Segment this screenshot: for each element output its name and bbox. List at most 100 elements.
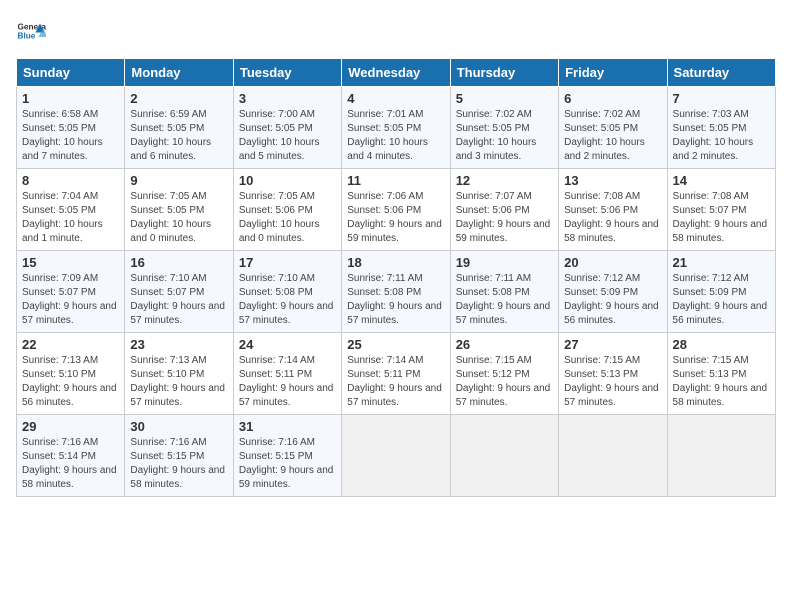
calendar-cell bbox=[667, 415, 775, 497]
day-info: Sunrise: 7:14 AM Sunset: 5:11 PM Dayligh… bbox=[239, 354, 336, 410]
calendar-week-3: 15 Sunrise: 7:09 AM Sunset: 5:07 PM Dayli… bbox=[17, 251, 776, 333]
day-number: 13 bbox=[564, 173, 661, 188]
day-info: Sunrise: 7:10 AM Sunset: 5:07 PM Dayligh… bbox=[130, 272, 227, 328]
weekday-header-friday: Friday bbox=[559, 59, 667, 87]
calendar-cell: 16 Sunrise: 7:10 AM Sunset: 5:07 PM Dayli… bbox=[125, 251, 233, 333]
calendar-cell: 3Sunrise: 7:00 AM Sunset: 5:05 PM Daylig… bbox=[233, 87, 341, 169]
calendar-cell: 20Sunrise: 7:12 AM Sunset: 5:09 PM Dayli… bbox=[559, 251, 667, 333]
calendar-cell: 22 Sunrise: 7:13 AM Sunset: 5:10 PM Dayli… bbox=[17, 333, 125, 415]
day-info: Sunrise: 7:12 AM Sunset: 5:09 PM Dayligh… bbox=[673, 272, 770, 328]
day-info: Sunrise: 7:01 AM Sunset: 5:05 PM Dayligh… bbox=[347, 108, 444, 164]
logo: General Blue bbox=[16, 16, 46, 46]
day-number: 24 bbox=[239, 337, 336, 352]
day-number: 17 bbox=[239, 255, 336, 270]
day-number: 26 bbox=[456, 337, 553, 352]
day-info: Sunrise: 7:07 AM Sunset: 5:06 PM Dayligh… bbox=[456, 190, 553, 246]
day-info: Sunrise: 7:04 AM Sunset: 5:05 PM Dayligh… bbox=[22, 190, 119, 246]
calendar-week-1: 1Sunrise: 6:58 AM Sunset: 5:05 PM Daylig… bbox=[17, 87, 776, 169]
day-number: 6 bbox=[564, 91, 661, 106]
day-number: 22 bbox=[22, 337, 119, 352]
weekday-header-sunday: Sunday bbox=[17, 59, 125, 87]
calendar-cell: 13 Sunrise: 7:08 AM Sunset: 5:06 PM Dayli… bbox=[559, 169, 667, 251]
weekday-header-tuesday: Tuesday bbox=[233, 59, 341, 87]
day-number: 8 bbox=[22, 173, 119, 188]
day-number: 29 bbox=[22, 419, 119, 434]
day-info: Sunrise: 7:10 AM Sunset: 5:08 PM Dayligh… bbox=[239, 272, 336, 328]
day-info: Sunrise: 7:08 AM Sunset: 5:06 PM Dayligh… bbox=[564, 190, 661, 246]
day-number: 15 bbox=[22, 255, 119, 270]
day-number: 4 bbox=[347, 91, 444, 106]
calendar-cell: 29 Sunrise: 7:16 AM Sunset: 5:14 PM Dayli… bbox=[17, 415, 125, 497]
calendar-cell: 11 Sunrise: 7:06 AM Sunset: 5:06 PM Dayli… bbox=[342, 169, 450, 251]
day-info: Sunrise: 7:12 AM Sunset: 5:09 PM Dayligh… bbox=[564, 272, 661, 328]
calendar-cell: 6 Sunrise: 7:02 AM Sunset: 5:05 PM Daylig… bbox=[559, 87, 667, 169]
calendar-week-5: 29 Sunrise: 7:16 AM Sunset: 5:14 PM Dayli… bbox=[17, 415, 776, 497]
calendar-cell: 4 Sunrise: 7:01 AM Sunset: 5:05 PM Daylig… bbox=[342, 87, 450, 169]
day-number: 2 bbox=[130, 91, 227, 106]
calendar-cell: 1Sunrise: 6:58 AM Sunset: 5:05 PM Daylig… bbox=[17, 87, 125, 169]
day-info: Sunrise: 7:11 AM Sunset: 5:08 PM Dayligh… bbox=[456, 272, 553, 328]
calendar-cell: 12 Sunrise: 7:07 AM Sunset: 5:06 PM Dayli… bbox=[450, 169, 558, 251]
day-info: Sunrise: 7:15 AM Sunset: 5:12 PM Dayligh… bbox=[456, 354, 553, 410]
calendar-cell: 14 Sunrise: 7:08 AM Sunset: 5:07 PM Dayli… bbox=[667, 169, 775, 251]
day-info: Sunrise: 7:16 AM Sunset: 5:14 PM Dayligh… bbox=[22, 436, 119, 492]
page-header: General Blue bbox=[16, 16, 776, 46]
day-number: 16 bbox=[130, 255, 227, 270]
svg-text:Blue: Blue bbox=[18, 32, 36, 41]
day-info: Sunrise: 7:02 AM Sunset: 5:05 PM Dayligh… bbox=[456, 108, 553, 164]
day-number: 11 bbox=[347, 173, 444, 188]
calendar-cell: 10Sunrise: 7:05 AM Sunset: 5:06 PM Dayli… bbox=[233, 169, 341, 251]
day-info: Sunrise: 6:59 AM Sunset: 5:05 PM Dayligh… bbox=[130, 108, 227, 164]
day-info: Sunrise: 7:11 AM Sunset: 5:08 PM Dayligh… bbox=[347, 272, 444, 328]
day-info: Sunrise: 7:05 AM Sunset: 5:06 PM Dayligh… bbox=[239, 190, 336, 246]
day-info: Sunrise: 7:00 AM Sunset: 5:05 PM Dayligh… bbox=[239, 108, 336, 164]
day-number: 21 bbox=[673, 255, 770, 270]
calendar-week-2: 8 Sunrise: 7:04 AM Sunset: 5:05 PM Daylig… bbox=[17, 169, 776, 251]
calendar-week-4: 22 Sunrise: 7:13 AM Sunset: 5:10 PM Dayli… bbox=[17, 333, 776, 415]
day-number: 23 bbox=[130, 337, 227, 352]
calendar-cell: 5 Sunrise: 7:02 AM Sunset: 5:05 PM Daylig… bbox=[450, 87, 558, 169]
day-info: Sunrise: 7:13 AM Sunset: 5:10 PM Dayligh… bbox=[22, 354, 119, 410]
weekday-header-thursday: Thursday bbox=[450, 59, 558, 87]
day-info: Sunrise: 7:03 AM Sunset: 5:05 PM Dayligh… bbox=[673, 108, 770, 164]
logo-icon: General Blue bbox=[16, 16, 46, 46]
calendar-cell: 27Sunrise: 7:15 AM Sunset: 5:13 PM Dayli… bbox=[559, 333, 667, 415]
calendar-cell bbox=[559, 415, 667, 497]
day-info: Sunrise: 7:13 AM Sunset: 5:10 PM Dayligh… bbox=[130, 354, 227, 410]
day-number: 30 bbox=[130, 419, 227, 434]
calendar-cell: 2 Sunrise: 6:59 AM Sunset: 5:05 PM Daylig… bbox=[125, 87, 233, 169]
day-number: 7 bbox=[673, 91, 770, 106]
day-info: Sunrise: 7:08 AM Sunset: 5:07 PM Dayligh… bbox=[673, 190, 770, 246]
calendar-table: SundayMondayTuesdayWednesdayThursdayFrid… bbox=[16, 58, 776, 497]
day-info: Sunrise: 7:09 AM Sunset: 5:07 PM Dayligh… bbox=[22, 272, 119, 328]
calendar-cell bbox=[342, 415, 450, 497]
day-number: 5 bbox=[456, 91, 553, 106]
day-number: 27 bbox=[564, 337, 661, 352]
calendar-cell: 31 Sunrise: 7:16 AM Sunset: 5:15 PM Dayli… bbox=[233, 415, 341, 497]
day-number: 12 bbox=[456, 173, 553, 188]
day-number: 14 bbox=[673, 173, 770, 188]
day-number: 28 bbox=[673, 337, 770, 352]
calendar-cell: 26 Sunrise: 7:15 AM Sunset: 5:12 PM Dayli… bbox=[450, 333, 558, 415]
calendar-cell: 18Sunrise: 7:11 AM Sunset: 5:08 PM Dayli… bbox=[342, 251, 450, 333]
day-number: 19 bbox=[456, 255, 553, 270]
weekday-header-monday: Monday bbox=[125, 59, 233, 87]
calendar-cell: 8 Sunrise: 7:04 AM Sunset: 5:05 PM Daylig… bbox=[17, 169, 125, 251]
calendar-cell: 28 Sunrise: 7:15 AM Sunset: 5:13 PM Dayli… bbox=[667, 333, 775, 415]
day-info: Sunrise: 6:58 AM Sunset: 5:05 PM Dayligh… bbox=[22, 108, 119, 164]
calendar-cell: 25Sunrise: 7:14 AM Sunset: 5:11 PM Dayli… bbox=[342, 333, 450, 415]
day-number: 31 bbox=[239, 419, 336, 434]
day-info: Sunrise: 7:16 AM Sunset: 5:15 PM Dayligh… bbox=[239, 436, 336, 492]
calendar-cell: 9Sunrise: 7:05 AM Sunset: 5:05 PM Daylig… bbox=[125, 169, 233, 251]
day-info: Sunrise: 7:15 AM Sunset: 5:13 PM Dayligh… bbox=[673, 354, 770, 410]
calendar-cell: 23 Sunrise: 7:13 AM Sunset: 5:10 PM Dayli… bbox=[125, 333, 233, 415]
calendar-cell: 21 Sunrise: 7:12 AM Sunset: 5:09 PM Dayli… bbox=[667, 251, 775, 333]
calendar-cell: 7 Sunrise: 7:03 AM Sunset: 5:05 PM Daylig… bbox=[667, 87, 775, 169]
day-info: Sunrise: 7:05 AM Sunset: 5:05 PM Dayligh… bbox=[130, 190, 227, 246]
day-info: Sunrise: 7:06 AM Sunset: 5:06 PM Dayligh… bbox=[347, 190, 444, 246]
day-info: Sunrise: 7:02 AM Sunset: 5:05 PM Dayligh… bbox=[564, 108, 661, 164]
day-info: Sunrise: 7:16 AM Sunset: 5:15 PM Dayligh… bbox=[130, 436, 227, 492]
calendar-cell bbox=[450, 415, 558, 497]
calendar-cell: 24 Sunrise: 7:14 AM Sunset: 5:11 PM Dayli… bbox=[233, 333, 341, 415]
calendar-cell: 19 Sunrise: 7:11 AM Sunset: 5:08 PM Dayli… bbox=[450, 251, 558, 333]
